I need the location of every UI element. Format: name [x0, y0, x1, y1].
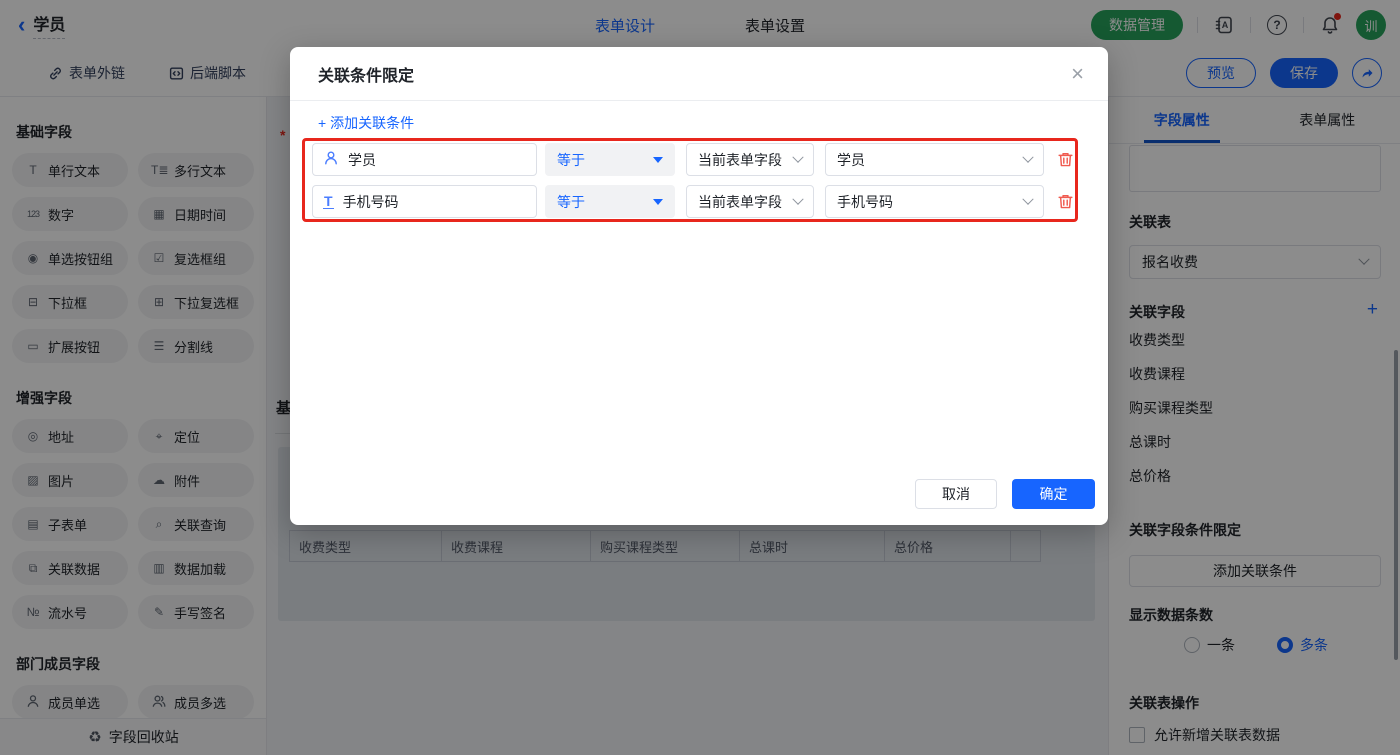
close-icon[interactable]: × — [1071, 63, 1084, 85]
delete-condition-icon[interactable] — [1057, 193, 1074, 210]
confirm-button[interactable]: 确定 — [1012, 479, 1095, 509]
modal-title: 关联条件限定 — [318, 62, 414, 86]
condition-row: 学员 等于 当前表单字段 学员 — [312, 143, 1074, 176]
condition-row: T 手机号码 等于 当前表单字段 手机号码 — [312, 185, 1074, 218]
modal-header: 关联条件限定 × — [290, 47, 1108, 101]
chevron-down-icon — [1022, 193, 1033, 204]
caret-down-icon — [653, 157, 663, 168]
person-icon — [323, 150, 339, 169]
add-condition-link[interactable]: + 添加关联条件 — [318, 113, 414, 133]
condition-field-input[interactable]: 学员 — [312, 143, 537, 176]
text-field-icon: T — [323, 195, 334, 209]
operator-select[interactable]: 等于 — [545, 185, 675, 218]
delete-condition-icon[interactable] — [1057, 151, 1074, 168]
source-select[interactable]: 当前表单字段 — [686, 185, 814, 218]
operator-select[interactable]: 等于 — [545, 143, 675, 176]
chevron-down-icon — [792, 151, 803, 162]
chevron-down-icon — [1022, 151, 1033, 162]
condition-modal: 关联条件限定 × + 添加关联条件 学员 等于 当前表单字段 学员 T 手机号码 — [290, 47, 1108, 525]
cancel-button[interactable]: 取消 — [915, 479, 997, 509]
chevron-down-icon — [792, 193, 803, 204]
value-select[interactable]: 学员 — [825, 143, 1044, 176]
condition-field-input[interactable]: T 手机号码 — [312, 185, 537, 218]
value-select[interactable]: 手机号码 — [825, 185, 1044, 218]
caret-down-icon — [653, 199, 663, 210]
source-select[interactable]: 当前表单字段 — [686, 143, 814, 176]
